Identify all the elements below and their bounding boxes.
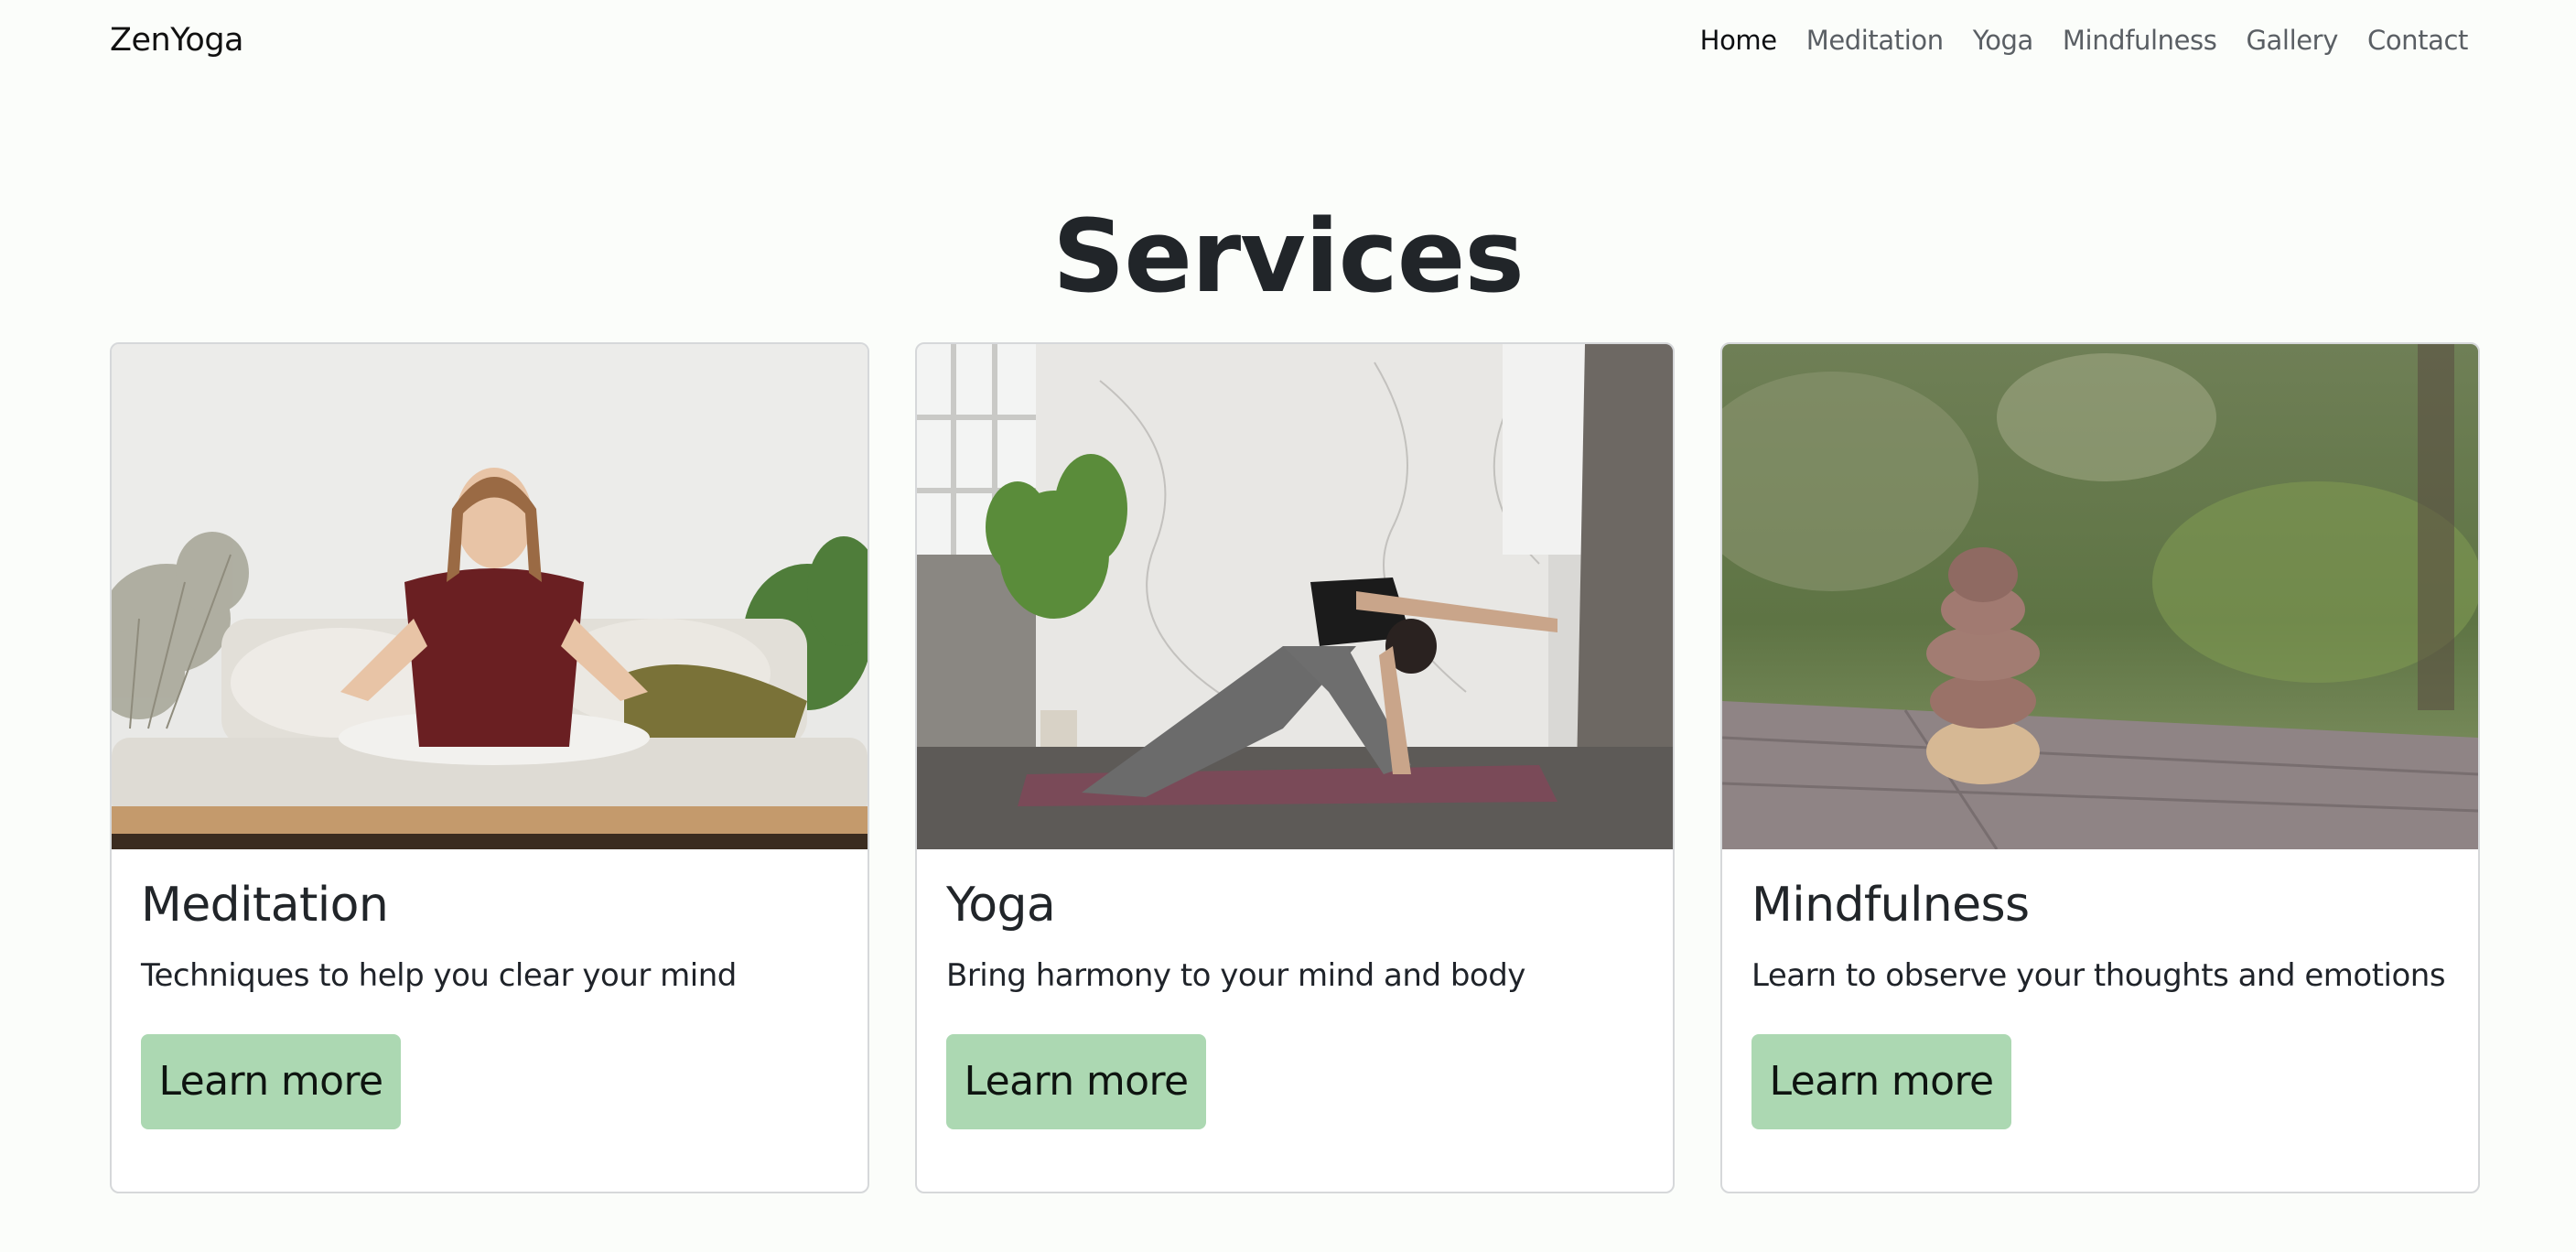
nav-link-mindfulness[interactable]: Mindfulness: [2063, 25, 2217, 56]
brand-logo[interactable]: ZenYoga: [110, 20, 244, 60]
card-text: Learn to observe your thoughts and emoti…: [1751, 957, 2446, 994]
learn-more-button-yoga[interactable]: Learn more: [946, 1034, 1206, 1129]
service-card-meditation: Meditation Techniques to help you clear …: [110, 342, 869, 1193]
navbar: ZenYoga Home Meditation Yoga Mindfulness…: [0, 0, 2576, 82]
service-card-mindfulness: Mindfulness Learn to observe your though…: [1720, 342, 2480, 1193]
nav-link-home[interactable]: Home: [1700, 25, 1777, 56]
card-text: Techniques to help you clear your mind: [141, 957, 737, 994]
nav-link-contact[interactable]: Contact: [2367, 25, 2468, 56]
learn-more-button-meditation[interactable]: Learn more: [141, 1034, 401, 1129]
service-card-yoga: Yoga Bring harmony to your mind and body…: [915, 342, 1675, 1193]
nav-link-yoga[interactable]: Yoga: [1973, 25, 2034, 56]
learn-more-button-mindfulness[interactable]: Learn more: [1751, 1034, 2011, 1129]
section-title: Services: [1052, 198, 1525, 315]
card-title: Meditation: [141, 878, 389, 933]
yoga-image: [917, 344, 1673, 849]
mindfulness-image: [1722, 344, 2478, 849]
card-title: Yoga: [946, 878, 1056, 933]
card-text: Bring harmony to your mind and body: [946, 957, 1525, 994]
nav-link-gallery[interactable]: Gallery: [2246, 25, 2338, 56]
meditation-image: [112, 344, 868, 849]
nav-link-meditation[interactable]: Meditation: [1806, 25, 1944, 56]
nav-links: Home Meditation Yoga Mindfulness Gallery…: [1700, 22, 2469, 59]
card-title: Mindfulness: [1751, 878, 2030, 933]
